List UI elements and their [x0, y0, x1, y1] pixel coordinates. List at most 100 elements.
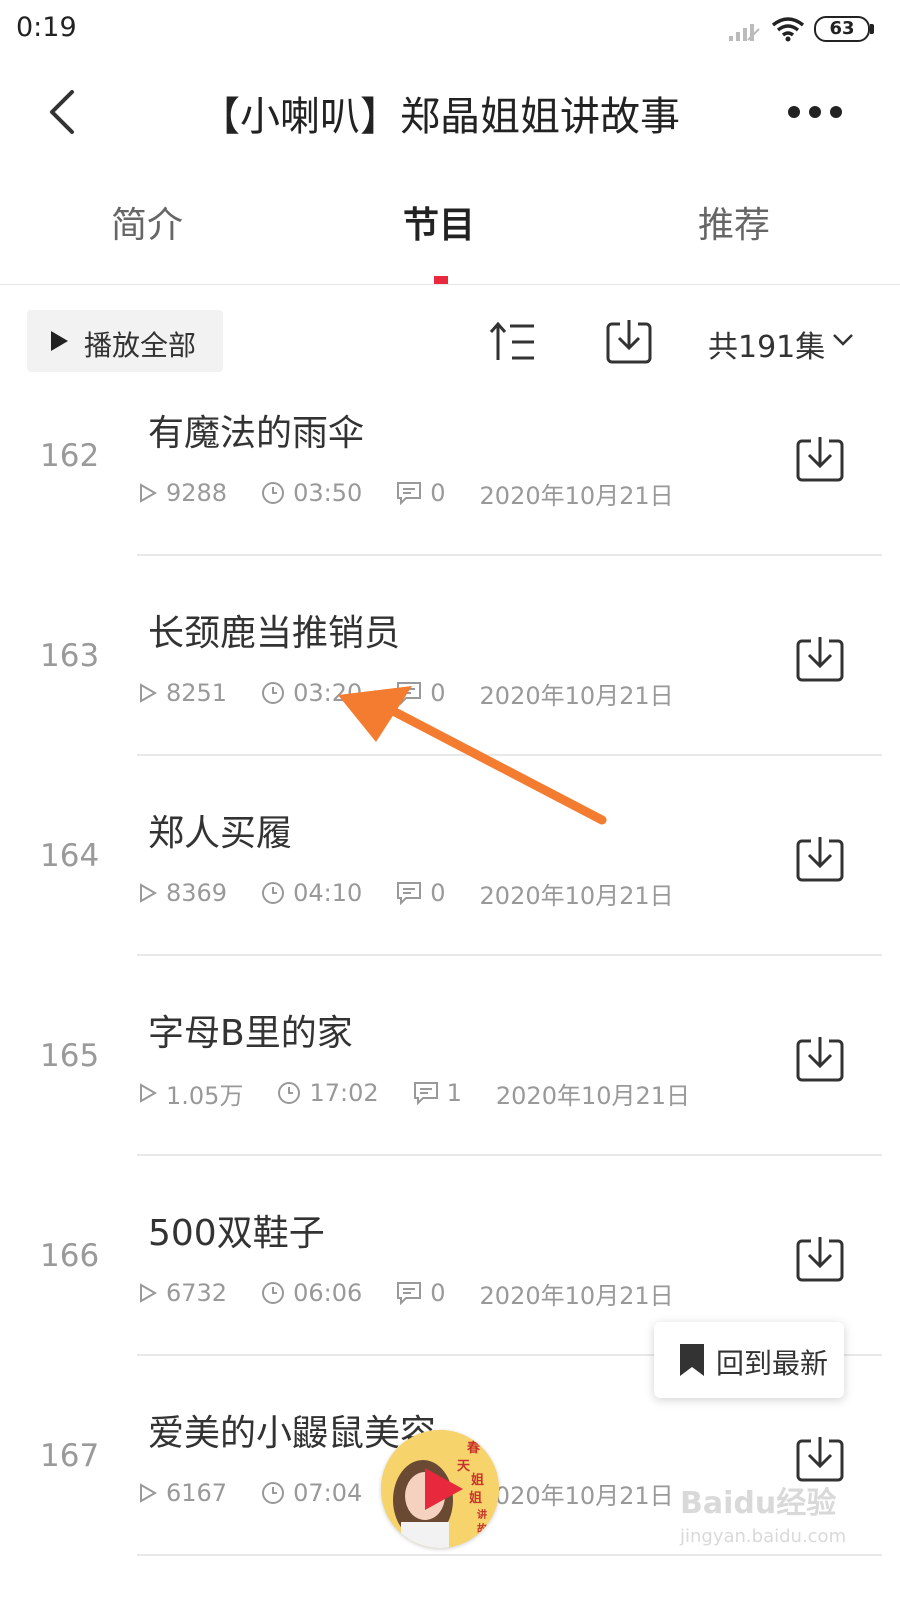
duration: 17:02 [277, 1079, 379, 1107]
duration-clock-icon [262, 482, 285, 504]
episode-title[interactable]: 长颈鹿当推销员 [148, 604, 400, 656]
comment-icon [413, 1082, 438, 1105]
play-count-icon [140, 1483, 158, 1503]
play-count-value: 6732 [166, 1279, 228, 1307]
comment-icon [397, 482, 422, 505]
play-count-value: 9288 [166, 479, 228, 507]
download-icon[interactable] [796, 1034, 844, 1082]
episode-meta: 8251 03:20 0 2020年10月21日 [138, 676, 708, 710]
publish-date: 2020年10月21日 [479, 881, 674, 910]
back-to-latest-label: 回到最新 [716, 1347, 829, 1380]
comment-icon [397, 882, 422, 905]
episode-number: 165 [40, 1038, 100, 1074]
comment-icon [397, 682, 422, 705]
episode-row[interactable]: 162 有魔法的雨伞 9288 03:50 0 2020年10月21日 [0, 356, 900, 556]
comment-count-value: 1 [446, 1079, 462, 1107]
duration-clock-icon [262, 1482, 285, 1504]
duration-value: 06:06 [293, 1279, 363, 1307]
episode-row[interactable]: 163 长颈鹿当推销员 8251 03:20 0 2020年10月21日 [0, 556, 900, 756]
play-count-value: 8369 [166, 879, 228, 907]
wifi-icon [771, 17, 805, 42]
episode-number: 167 [40, 1438, 100, 1474]
play-count: 9288 [138, 479, 227, 507]
tab-divider [0, 284, 900, 285]
play-count-value: 1.05万 [166, 1081, 244, 1110]
publish-date: 2020年10月21日 [479, 1481, 674, 1510]
battery-tip [870, 24, 874, 34]
play-count-icon [140, 483, 158, 503]
duration: 03:20 [261, 679, 362, 707]
page-title: 【小喇叭】郑晶姐姐讲故事 [200, 94, 680, 140]
comment-count-value: 0 [430, 1279, 446, 1307]
episode-meta: 1.05万 17:02 1 2020年10月21日 [138, 1076, 724, 1110]
comment-count-value: 0 [430, 679, 446, 707]
download-icon[interactable] [796, 834, 844, 882]
episode-title[interactable]: 郑人买履 [148, 804, 292, 856]
duration-clock-icon [262, 682, 285, 704]
signal-icon [729, 24, 760, 41]
battery-indicator: 63 [814, 16, 870, 42]
duration-value: 03:50 [293, 479, 363, 507]
episode-title[interactable]: 500双鞋子 [148, 1204, 325, 1256]
baidu-watermark: Baidu经验 jingyan.baidu.com [676, 1474, 846, 1554]
publish-date: 2020年10月21日 [479, 481, 674, 510]
play-count-value: 8251 [166, 679, 228, 707]
play-count-value: 6167 [166, 1479, 228, 1507]
episode-title[interactable]: 爱美的小鼹鼠美容 [148, 1404, 436, 1456]
comment-count: 0 [396, 679, 446, 707]
active-tab-indicator [434, 276, 448, 284]
comment-icon [397, 1282, 422, 1305]
cover-char: 姐 [471, 1472, 484, 1488]
comment-count: 0 [396, 1279, 446, 1307]
duration-clock-icon [262, 1282, 285, 1304]
download-icon[interactable] [796, 434, 844, 482]
duration-clock-icon [278, 1082, 301, 1104]
publish-date: 2020年10月21日 [479, 681, 674, 710]
comment-count: 0 [396, 479, 446, 507]
episode-row[interactable]: 165 字母B里的家 1.05万 17:02 1 2020年10月21日 [0, 956, 900, 1156]
tab-recommend[interactable]: 推荐 [698, 196, 770, 248]
episode-number: 163 [40, 638, 100, 674]
publish-date: 2020年10月21日 [479, 1281, 674, 1310]
play-count-icon [140, 883, 158, 903]
episode-number: 166 [40, 1238, 100, 1274]
play-count-icon [140, 683, 158, 703]
play-count: 6167 [138, 1479, 227, 1507]
back-arrow-icon[interactable] [44, 88, 80, 136]
episode-meta: 8369 04:10 0 2020年10月21日 [138, 876, 708, 910]
episode-number: 164 [40, 838, 100, 874]
play-icon [51, 331, 68, 351]
back-to-latest-button[interactable]: 回到最新 [654, 1322, 844, 1398]
tab-intro[interactable]: 简介 [111, 196, 183, 248]
status-bar: 0:19 63 [0, 0, 900, 62]
play-count-icon [140, 1283, 158, 1303]
episode-row[interactable]: 164 郑人买履 8369 04:10 0 2020年10月21日 [0, 756, 900, 956]
chevron-down-icon[interactable] [832, 333, 854, 347]
play-count: 8251 [138, 679, 227, 707]
publish-date: 2020年10月21日 [495, 1081, 691, 1110]
status-time: 0:19 [16, 12, 77, 43]
watermark-brand: Baidu经验 [680, 1486, 837, 1521]
comment-count-value: 0 [430, 879, 446, 907]
episode-title[interactable]: 字母B里的家 [148, 1004, 353, 1056]
episode-meta: 6732 06:06 0 2020年10月21日 [138, 1276, 708, 1310]
play-count: 6732 [138, 1279, 227, 1307]
download-icon[interactable] [796, 634, 844, 682]
duration-value: 03:20 [293, 679, 363, 707]
mini-player-cover[interactable]: 春 天 姐 姐 讲 故 [381, 1430, 499, 1548]
duration-value: 07:04 [293, 1479, 363, 1507]
episode-number: 162 [40, 438, 100, 474]
episode-meta: 9288 03:50 0 2020年10月21日 [138, 476, 708, 510]
duration-value: 04:10 [293, 879, 363, 907]
more-options-icon[interactable] [785, 100, 845, 124]
comment-count: 1 [413, 1079, 462, 1107]
play-count: 8369 [138, 879, 227, 907]
row-divider [137, 1554, 882, 1556]
duration: 03:50 [261, 479, 362, 507]
duration-value: 17:02 [309, 1079, 379, 1107]
play-icon [425, 1468, 463, 1510]
episode-title[interactable]: 有魔法的雨伞 [148, 404, 364, 456]
duration: 07:04 [261, 1479, 362, 1507]
download-icon[interactable] [796, 1234, 844, 1282]
tab-programs[interactable]: 节目 [403, 196, 475, 248]
